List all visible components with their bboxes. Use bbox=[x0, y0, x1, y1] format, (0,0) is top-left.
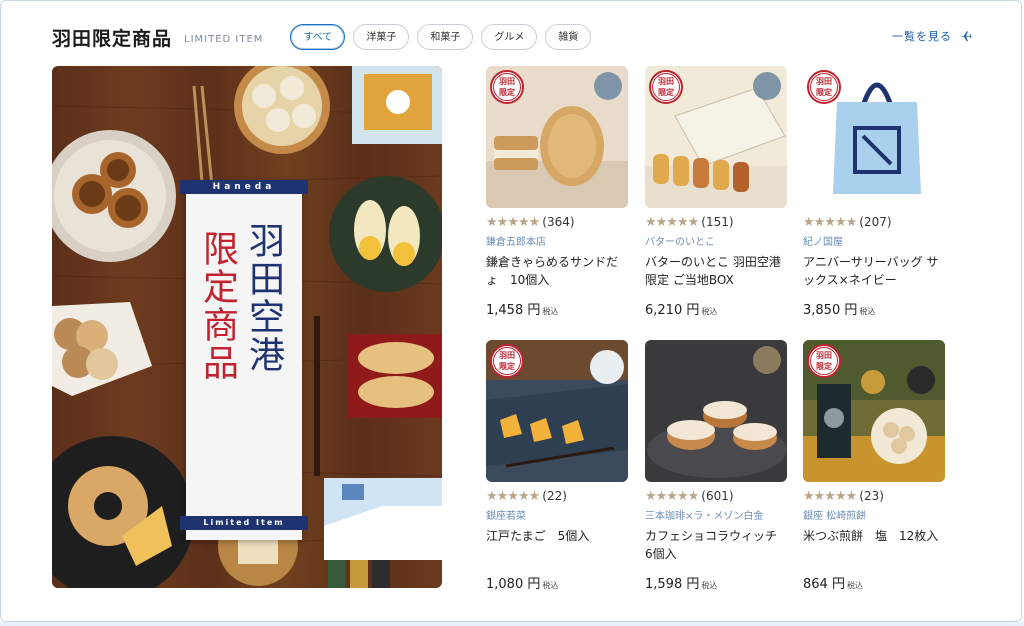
product-shop[interactable]: 三本珈琲×ラ・メゾン白金 bbox=[645, 507, 787, 522]
product-rating: ★★★★★ (207) bbox=[803, 214, 945, 230]
product-image[interactable]: 羽田 限定 bbox=[486, 66, 628, 208]
hero-bottom-band: Limited Item bbox=[180, 516, 308, 530]
product-card[interactable]: 羽田 限定 ★★★★★ (151) バターのいとこ バターのいとこ 羽田空港限定 … bbox=[645, 66, 787, 318]
product-name[interactable]: カフェショコラウィッチ 6個入 bbox=[645, 527, 787, 563]
product-rating: ★★★★★ (23) bbox=[803, 488, 945, 504]
review-count: (364) bbox=[542, 215, 575, 229]
star-rating-icon: ★★★★★ bbox=[486, 214, 540, 230]
star-rating-icon: ★★★★★ bbox=[803, 488, 857, 504]
product-card[interactable]: ★★★★★ (601) 三本珈琲×ラ・メゾン白金 カフェショコラウィッチ 6個入… bbox=[645, 340, 787, 592]
product-rating: ★★★★★ (601) bbox=[645, 488, 787, 504]
haneda-limited-badge: 羽田 限定 bbox=[807, 344, 841, 378]
product-image[interactable]: 羽田 限定 bbox=[803, 66, 945, 208]
review-count: (601) bbox=[701, 489, 734, 503]
haneda-limited-badge: 羽田 限定 bbox=[807, 70, 841, 104]
airplane-icon bbox=[959, 31, 972, 42]
product-image[interactable]: 羽田 限定 bbox=[803, 340, 945, 482]
product-name[interactable]: バターのいとこ 羽田空港限定 ご当地BOX bbox=[645, 253, 787, 289]
product-image[interactable]: 羽田 限定 bbox=[486, 340, 628, 482]
see-all-label: 一覧を見る bbox=[892, 30, 952, 43]
hero-top-band: Haneda bbox=[180, 180, 308, 194]
haneda-limited-badge: 羽田 限定 bbox=[490, 344, 524, 378]
star-rating-icon: ★★★★★ bbox=[645, 214, 699, 230]
product-price: 1,080 円税込 bbox=[486, 577, 559, 592]
tab-western-sweets[interactable]: 洋菓子 bbox=[353, 24, 410, 50]
product-price: 1,458 円税込 bbox=[486, 303, 559, 318]
see-all-link[interactable]: 一覧を見る bbox=[892, 28, 972, 44]
hero-title-limited-items: 限定商品 bbox=[197, 230, 238, 382]
review-count: (23) bbox=[859, 489, 884, 503]
product-shop[interactable]: 鎌倉五郎本店 bbox=[486, 233, 628, 248]
product-card[interactable]: 羽田 限定 ★★★★★ (207) 紀ノ国屋 アニバーサリーバッグ サックス×ネイ… bbox=[803, 66, 945, 318]
product-shop[interactable]: 銀座若菜 bbox=[486, 507, 628, 522]
page-bottom-strip bbox=[0, 622, 1024, 626]
star-rating-icon: ★★★★★ bbox=[803, 214, 857, 230]
product-image[interactable]: 羽田 限定 bbox=[645, 66, 787, 208]
section-header: 羽田限定商品 LIMITED ITEM すべて 洋菓子 和菓子 グルメ 雑貨 一… bbox=[52, 18, 972, 56]
tab-all[interactable]: すべて bbox=[290, 24, 346, 50]
product-card[interactable]: 羽田 限定 ★★★★★ (23) 銀座 松崎煎餅 米つぶ煎餅 塩 12枚入 864… bbox=[803, 340, 945, 592]
product-rating: ★★★★★ (151) bbox=[645, 214, 787, 230]
section-subtitle: LIMITED ITEM bbox=[184, 33, 264, 45]
product-price: 6,210 円税込 bbox=[645, 303, 718, 318]
haneda-limited-badge: 羽田 限定 bbox=[490, 70, 524, 104]
product-name[interactable]: 江戸たまご 5個入 bbox=[486, 527, 628, 563]
review-count: (207) bbox=[859, 215, 892, 229]
product-name[interactable]: 鎌倉きゃらめるサンドだょ 10個入 bbox=[486, 253, 628, 289]
tab-japanese-sweets[interactable]: 和菓子 bbox=[417, 24, 474, 50]
hero-banner[interactable]: Haneda 羽田空港 限定商品 Limited Item bbox=[52, 66, 442, 588]
review-count: (22) bbox=[542, 489, 567, 503]
product-rating: ★★★★★ (364) bbox=[486, 214, 628, 230]
product-price: 864 円税込 bbox=[803, 577, 863, 592]
tab-goods[interactable]: 雑貨 bbox=[545, 24, 592, 50]
product-shop[interactable]: 紀ノ国屋 bbox=[803, 233, 945, 248]
product-shop[interactable]: 銀座 松崎煎餅 bbox=[803, 507, 945, 522]
tab-gourmet[interactable]: グルメ bbox=[481, 24, 538, 50]
star-rating-icon: ★★★★★ bbox=[486, 488, 540, 504]
product-shop[interactable]: バターのいとこ bbox=[645, 233, 787, 248]
star-rating-icon: ★★★★★ bbox=[645, 488, 699, 504]
product-rating: ★★★★★ (22) bbox=[486, 488, 628, 504]
product-name[interactable]: アニバーサリーバッグ サックス×ネイビー bbox=[803, 253, 945, 289]
category-tabs: すべて 洋菓子 和菓子 グルメ 雑貨 bbox=[290, 24, 599, 50]
hero-title-card: Haneda 羽田空港 限定商品 Limited Item bbox=[180, 180, 308, 540]
haneda-limited-badge: 羽田 限定 bbox=[649, 70, 683, 104]
section-title: 羽田限定商品 bbox=[52, 27, 173, 50]
product-name[interactable]: 米つぶ煎餅 塩 12枚入 bbox=[803, 527, 945, 563]
hero-title-haneda-airport: 羽田空港 bbox=[243, 222, 284, 374]
product-price: 1,598 円税込 bbox=[645, 577, 718, 592]
product-card[interactable]: 羽田 限定 ★★★★★ (364) 鎌倉五郎本店 鎌倉きゃらめるサンドだょ 10個… bbox=[486, 66, 628, 318]
product-card[interactable]: 羽田 限定 ★★★★★ (22) 銀座若菜 江戸たまご 5個入 1,080 円税込 bbox=[486, 340, 628, 592]
product-image[interactable] bbox=[645, 340, 787, 482]
product-price: 3,850 円税込 bbox=[803, 303, 876, 318]
review-count: (151) bbox=[701, 215, 734, 229]
